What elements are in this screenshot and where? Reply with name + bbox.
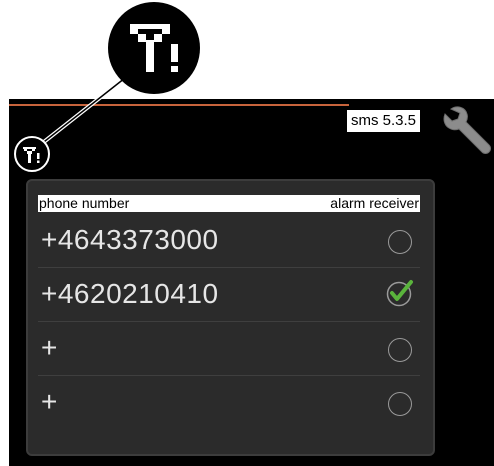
phone-row-2[interactable]: +4620210410 <box>38 268 420 322</box>
phone-number-field[interactable]: +4643373000 <box>41 223 219 257</box>
device-screen: sms 5.3.5 phone number alarm receiver +4… <box>9 99 494 466</box>
phone-row-1[interactable]: +4643373000 <box>38 214 420 268</box>
menu-title: sms 5.3.5 <box>347 110 421 132</box>
alarm-receiver-checkmark-icon[interactable] <box>383 275 417 309</box>
sms-receiver-panel: phone number alarm receiver +4643373000 … <box>26 179 435 456</box>
network-warning-icon <box>14 136 50 172</box>
alarm-receiver-radio-empty-icon[interactable] <box>388 392 412 416</box>
phone-number-field[interactable]: + <box>41 331 58 365</box>
column-header-alarm-receiver: alarm receiver <box>330 195 419 211</box>
alarm-receiver-radio-empty-icon[interactable] <box>388 338 412 362</box>
phone-number-field[interactable]: +4620210410 <box>41 277 219 311</box>
header-accent-line <box>9 104 349 106</box>
phone-number-field[interactable]: + <box>41 385 58 419</box>
phone-row-3[interactable]: + <box>38 322 420 376</box>
column-header-phone-number: phone number <box>39 195 130 211</box>
phone-row-4[interactable]: + <box>38 376 420 430</box>
table-header: phone number alarm receiver <box>38 195 420 212</box>
page: { "menu": { "title": "sms 5.3.5" }, "ico… <box>0 0 494 466</box>
wrench-icon <box>443 106 491 154</box>
alarm-receiver-radio-empty-icon[interactable] <box>388 230 412 254</box>
network-warning-icon-enlarged <box>108 2 200 94</box>
